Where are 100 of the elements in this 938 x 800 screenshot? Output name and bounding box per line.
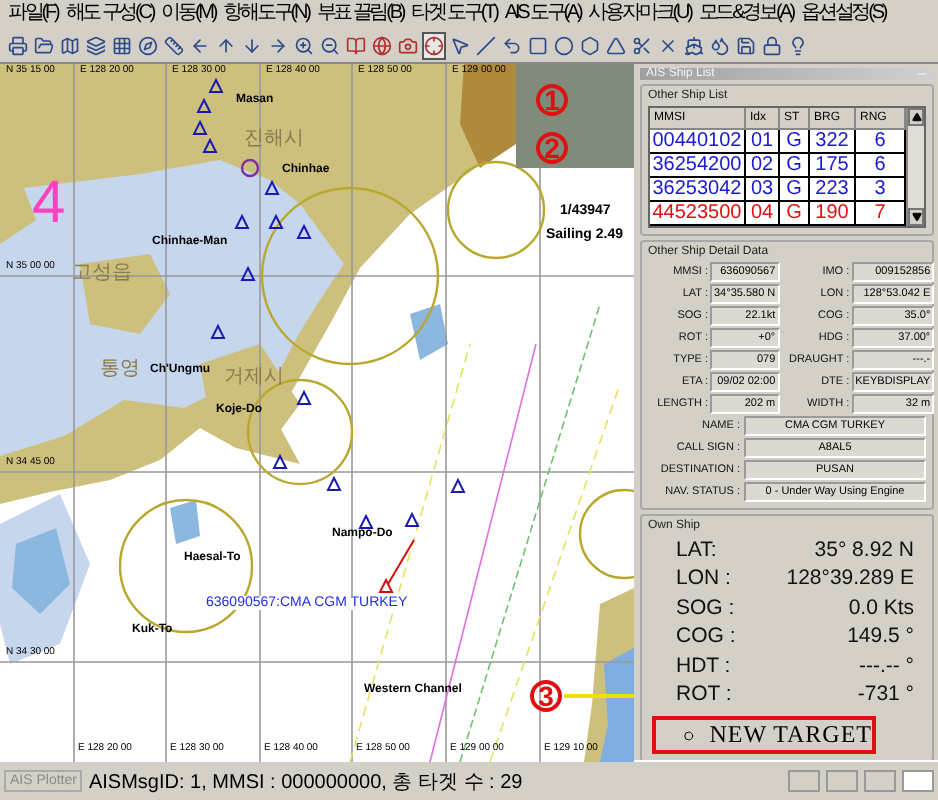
lock-tool-button[interactable] [760,31,784,59]
scrollbar[interactable] [906,108,924,226]
menu-item[interactable]: 타겟 도구(T) [411,2,497,26]
alert-text: NEW TARGET [709,720,872,750]
scissors-icon [632,35,652,55]
range-circle [446,160,546,260]
scroll-down-button[interactable] [908,208,924,226]
polygon-tool-button[interactable] [578,31,602,59]
ship-row[interactable]: 36253042 03 G 223 3 [650,178,906,202]
menu-item[interactable]: 옵션설정(S) [801,2,886,26]
ship-icon [684,35,704,55]
status-pane [864,770,896,792]
ship-icon [450,477,466,493]
own-ship-label: ROT : [676,682,732,707]
table-cell: G [780,154,810,176]
leader-line [564,694,634,698]
menu-item[interactable]: AIS 도구(A) [504,2,581,26]
own-ship-label: HDT : [676,653,731,678]
ship-icon [326,475,342,491]
compass-tool-button[interactable] [136,31,160,59]
ellipse-tool-button[interactable] [552,31,576,59]
ship-row[interactable]: 00440102 01 G 322 6 [650,130,906,154]
ship-tool-button[interactable] [682,31,706,59]
ship-icon [272,453,288,469]
menu-item[interactable]: 파일(F) [8,2,58,26]
ship-row[interactable]: 44523500 04 G 190 7 [650,202,906,226]
rectangle-icon [528,35,548,55]
globe-icon [372,35,392,55]
ruler-tool-button[interactable] [162,31,186,59]
up-arrow-icon [911,112,921,122]
lock-icon [762,35,782,55]
ship-icon [240,265,256,281]
printer-tool-button[interactable] [6,31,30,59]
ellipse-icon [554,35,574,55]
table-cell: 01 [746,130,780,152]
compass-icon [138,35,158,55]
callout-number: 3 [530,680,562,712]
ship-icon [296,389,312,405]
place-name: 진해시 [244,130,304,150]
ruler-icon [164,35,184,55]
own-ship-label: LAT: [676,537,717,562]
triangle-icon [606,35,626,55]
table-cell: 36253042 [650,178,746,200]
line-icon [476,35,496,55]
zoom-in-icon [294,35,314,55]
menu-item[interactable]: 모드&경보(A) [698,2,794,26]
globe-tool-button[interactable] [370,31,394,59]
crosshair-tool-button[interactable] [422,31,446,59]
menu-item[interactable]: 항해도구(N) [223,2,309,26]
zoom-out-icon [320,35,340,55]
lightbulb-tool-button[interactable] [786,31,810,59]
callout-number: 1 [536,84,568,116]
pointer-icon [450,35,470,55]
status-pane [788,770,820,792]
own-ship-value: 128°39.289 E [786,566,914,591]
table-cell: 175 [810,154,856,176]
table-cell: 03 [746,178,780,200]
own-ship-label: COG : [676,624,736,649]
book-icon [346,35,366,55]
table-cell: 322 [810,130,856,152]
table-cell: G [780,130,810,152]
place-name: 거제시 [224,368,284,388]
own-ship-value: 0.0 Kts [848,595,914,620]
layers-tool-button[interactable] [84,31,108,59]
table-cell: G [780,202,810,224]
ship-icon [378,577,394,593]
menu-item[interactable]: 이동(M) [161,2,216,26]
table-cell: 00440102 [650,130,746,152]
line-tool-button[interactable] [474,31,498,59]
arrow-left-icon [190,35,210,55]
table-cell: 36254200 [650,154,746,176]
layers-icon [86,35,106,55]
info-overlay [516,64,634,168]
table-cell: G [780,178,810,200]
ship-icon [404,511,420,527]
arrow-down-icon [242,35,262,55]
menu-item[interactable]: 사용자마크(U) [588,2,691,26]
ship-icon [358,513,374,529]
arrow-up-icon [216,35,236,55]
status-pane [902,770,934,792]
menu-item[interactable]: 해도 구성(C) [65,2,154,26]
ship-icon [264,179,280,195]
island [12,528,70,614]
folder-icon [34,35,54,55]
own-ship-label: LON : [676,566,731,591]
own-ship-value: ---.-- ° [858,653,914,678]
island [170,500,200,544]
own-ship-label: SOG : [676,595,735,620]
scroll-up-button[interactable] [908,108,924,126]
place-name: 고성읍 [72,264,132,284]
table-cell: 190 [810,202,856,224]
map-icon [60,35,80,55]
menu-item[interactable]: 부표 끌림(B) [316,2,404,26]
ship-icon [210,323,226,339]
ship-row[interactable]: 36254200 02 G 175 6 [650,154,906,178]
table-cell: 44523500 [650,202,746,224]
nautical-chart[interactable] [0,64,634,762]
island [410,304,448,360]
callout-number: 2 [536,132,568,164]
save-icon [736,35,756,55]
